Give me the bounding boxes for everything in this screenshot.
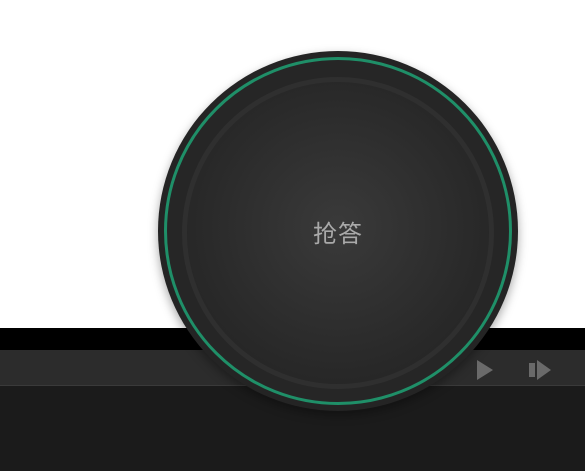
next-icon	[529, 360, 551, 380]
buzzer-button[interactable]: 抢答	[158, 51, 518, 411]
play-button[interactable]	[474, 359, 496, 381]
next-button[interactable]	[526, 359, 554, 381]
play-icon	[477, 360, 493, 380]
next-icon-arrow	[537, 360, 551, 380]
app-stage: 抢答	[0, 0, 585, 471]
next-icon-bar	[529, 363, 535, 377]
buzzer-inner-disc	[182, 77, 494, 389]
